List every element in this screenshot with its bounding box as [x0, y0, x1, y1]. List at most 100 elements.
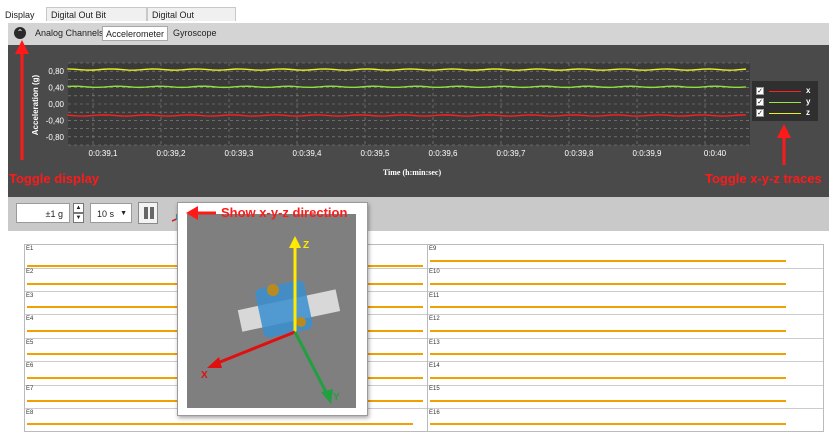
digital-channel-e11: E11	[428, 292, 823, 316]
digital-channels-panel: E1 E2 E3 E4 E5 E6 E7 E8 E9 E10 E11 E12 E13 E14 E15 E16	[8, 231, 829, 434]
y-tick-label: 0,80	[48, 67, 64, 76]
digital-trace-line	[430, 306, 786, 309]
y-axis-arrow	[293, 331, 329, 395]
stepper-down-button[interactable]: ▼	[73, 213, 84, 223]
digital-channel-label: E16	[429, 409, 440, 416]
device-screw-shape	[267, 284, 279, 296]
digital-channel-grid: E1 E2 E3 E4 E5 E6 E7 E8 E9 E10 E11 E12 E13 E14 E15 E16	[24, 244, 824, 432]
digital-channel-label: E12	[429, 316, 440, 323]
tab-gyroscope[interactable]: Gyroscope	[170, 26, 220, 41]
y-tick-label: 0,00	[48, 100, 64, 109]
legend-swatch-y	[769, 102, 801, 103]
pause-bar-left	[144, 207, 148, 219]
trace-legend: ✓ x ✓ y ✓ z	[752, 81, 818, 121]
z-axis-arrowhead	[289, 236, 301, 248]
tab-digital-out-bit-selection[interactable]: Digital Out Bit Selection	[46, 7, 147, 34]
z-axis-label: Z	[303, 240, 309, 251]
chart-y-axis-label: Acceleration (g)	[31, 74, 40, 135]
legend-label-y: y	[806, 97, 811, 106]
legend-row-y[interactable]: ✓ y	[756, 97, 816, 107]
collapse-toggle-button[interactable]: ⌃	[14, 27, 26, 39]
digital-channel-e14: E14	[428, 362, 823, 386]
digital-channel-label: E15	[429, 386, 440, 393]
digital-channel-label: E8	[26, 409, 34, 416]
digital-trace-line	[430, 282, 786, 285]
y-tick-label: 0,40	[48, 84, 64, 93]
legend-checkbox-x[interactable]: ✓	[756, 87, 764, 95]
y-tick-label: -0,40	[46, 116, 65, 125]
digital-trace-line	[430, 399, 786, 402]
x-tick-label: 0:0:39,3	[225, 149, 254, 158]
time-window-select[interactable]: 10 s ▼	[90, 203, 132, 223]
show-direction-annotation: Show x-y-z direction	[221, 205, 348, 220]
digital-channel-label: E7	[26, 386, 34, 393]
digital-channel-e12: E12	[428, 315, 823, 339]
chevron-down-icon: ▼	[120, 210, 127, 217]
tab-digital-out-generator[interactable]: Digital Out Generator	[147, 7, 236, 34]
stepper-up-button[interactable]: ▲	[73, 203, 84, 213]
digital-channel-e15: E15	[428, 385, 823, 409]
y-axis-label: Y	[333, 392, 340, 403]
legend-swatch-z	[769, 113, 801, 114]
legend-label-x: x	[806, 86, 811, 95]
tab-accelerometer[interactable]: Accelerometer	[102, 26, 169, 41]
range-field[interactable]: ±1 g	[16, 203, 70, 223]
digital-channel-label: E3	[26, 292, 34, 299]
legend-checkbox-z[interactable]: ✓	[756, 109, 764, 117]
xyz-direction-popup: Z X Y	[177, 202, 368, 416]
x-tick-label: 0:0:39,5	[361, 149, 390, 158]
digital-channel-label: E14	[429, 363, 440, 369]
legend-checkbox-y[interactable]: ✓	[756, 98, 764, 106]
y-axis-arrowhead	[321, 389, 333, 404]
sub-tab-bar: ⌃ Analog Channels Accelerometer Gyroscop…	[8, 23, 829, 45]
x-axis-arrow	[214, 330, 296, 366]
legend-label-z: z	[806, 108, 810, 117]
pause-button[interactable]	[138, 202, 158, 224]
y-tick-label: -0,80	[46, 133, 65, 142]
x-tick-label: 0:0:39,9	[633, 149, 662, 158]
x-tick-label: 0:0:39,7	[497, 149, 526, 158]
x-tick-label: 0:0:39,6	[429, 149, 458, 158]
x-axis-arrowhead	[207, 357, 222, 368]
digital-channel-e10: E10	[428, 268, 823, 292]
device-image: Z X Y	[187, 214, 356, 408]
digital-trace-line	[430, 423, 786, 426]
legend-row-x[interactable]: ✓ x	[756, 86, 816, 96]
device-axes-illustration: Z X Y	[201, 236, 341, 404]
controls-bar: ±1 g ▲ ▼ 10 s ▼	[8, 197, 829, 231]
digital-trace-line	[430, 329, 786, 332]
digital-channel-e13: E13	[428, 339, 823, 363]
digital-channel-label: E11	[429, 292, 440, 299]
x-tick-label: 0:0:39,1	[89, 149, 118, 158]
digital-channel-label: E2	[26, 269, 34, 276]
digital-trace-line	[27, 423, 413, 426]
x-tick-label: 0:0:39,2	[157, 149, 186, 158]
time-window-value: 10 s	[97, 209, 115, 219]
digital-channel-label: E13	[429, 339, 440, 346]
x-tick-label: 0:0:39,8	[565, 149, 594, 158]
digital-trace-line	[430, 259, 786, 262]
pause-bar-right	[150, 207, 154, 219]
x-tick-label: 0:0:39,4	[293, 149, 322, 158]
x-tick-label: 0:0:40	[704, 149, 727, 158]
digital-channel-label: E5	[26, 339, 34, 346]
digital-channel-label: E6	[26, 363, 34, 369]
digital-channel-label: E1	[26, 246, 34, 252]
chart-x-axis-label: Time (h:min:sec)	[383, 168, 442, 177]
tab-display[interactable]: Display	[0, 7, 46, 21]
digital-trace-line	[430, 376, 786, 379]
digital-trace-line	[430, 353, 786, 356]
x-axis-label: X	[201, 370, 208, 381]
digital-channel-e16: E16	[428, 409, 823, 433]
digital-channel-label: E9	[429, 246, 437, 252]
chevron-up-icon: ⌃	[16, 28, 24, 37]
legend-swatch-x	[769, 91, 801, 92]
digital-channel-label: E4	[26, 316, 34, 323]
tab-analog-channels[interactable]: Analog Channels	[32, 26, 107, 41]
toggle-display-annotation: Toggle display	[9, 171, 100, 186]
range-stepper[interactable]: ▲ ▼	[73, 203, 84, 223]
legend-row-z[interactable]: ✓ z	[756, 108, 816, 118]
toggle-traces-annotation: Toggle x-y-z traces	[705, 171, 822, 186]
digital-channel-e9: E9	[428, 245, 823, 269]
top-tab-strip: Display Digital Out Bit Selection Digita…	[0, 0, 829, 34]
